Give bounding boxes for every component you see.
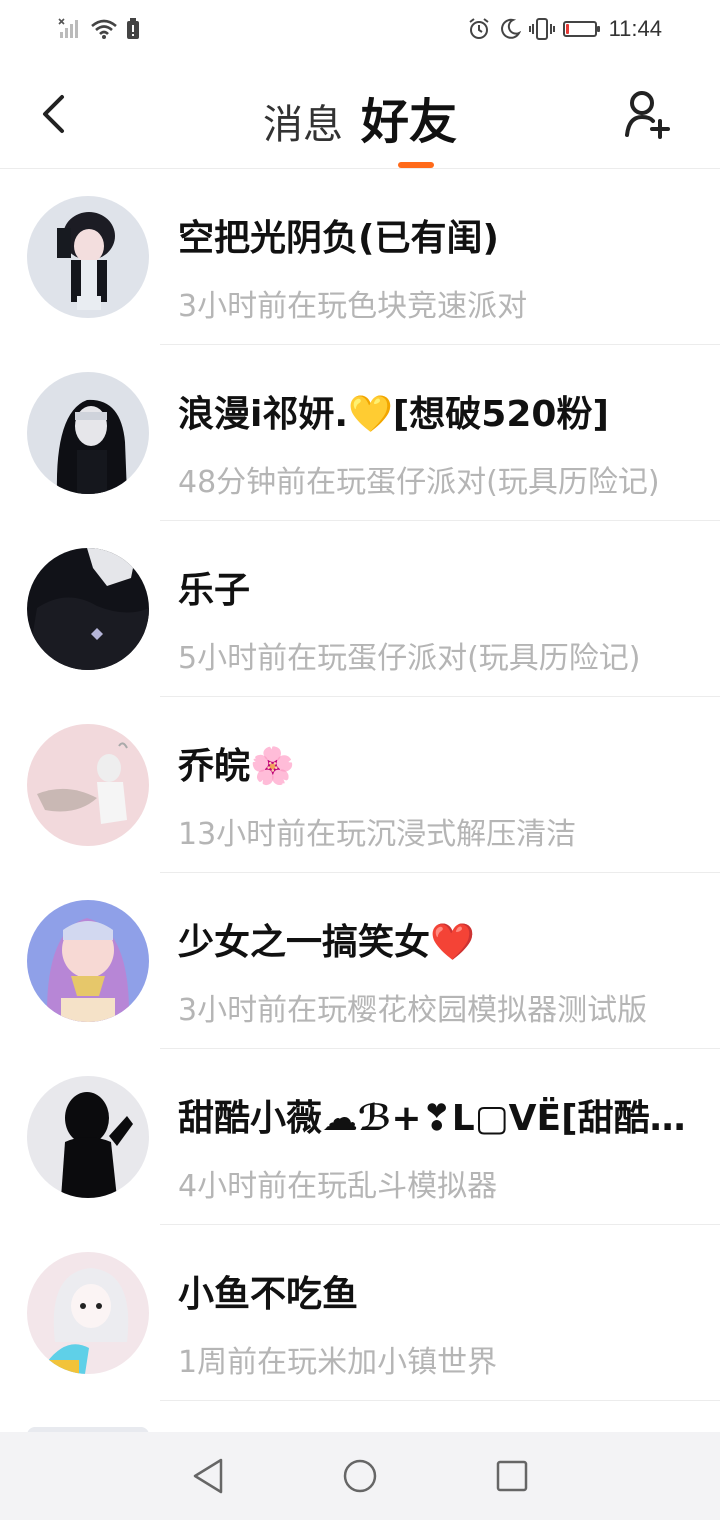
- nav-home-button[interactable]: [336, 1452, 384, 1500]
- recents-square-icon: [496, 1460, 528, 1492]
- status-bar: 11:44: [0, 0, 720, 62]
- status-icons-right: 11:44: [467, 16, 662, 42]
- nav-back-button[interactable]: [184, 1452, 232, 1500]
- friend-name: 乐子: [178, 570, 251, 611]
- header: 消息 好友: [0, 62, 720, 169]
- tab-messages[interactable]: 消息: [263, 92, 343, 150]
- no-signal-icon: [58, 18, 78, 38]
- friend-item[interactable]: 浪漫i祁妍.💛[想破520粉] 48分钟前在玩蛋仔派对(玩具历险记): [0, 345, 720, 521]
- avatar: [27, 548, 149, 670]
- battery-alert-icon: [127, 18, 139, 39]
- friend-name: 少女之一搞笑女❤️: [178, 922, 475, 963]
- friend-status: 13小时前在玩沉浸式解压清洁: [178, 817, 577, 852]
- vibrate-icon: [528, 18, 555, 40]
- friend-item[interactable]: 乔皖🌸 13小时前在玩沉浸式解压清洁: [0, 697, 720, 873]
- system-nav-bar: [0, 1432, 720, 1520]
- add-friend-button[interactable]: [620, 84, 676, 144]
- friend-item[interactable]: 空把光阴负(已有闺) 3小时前在玩色块竞速派对: [0, 169, 720, 345]
- friend-item[interactable]: 甜酷小薇☁ℬ+❣L▢VË[甜酷团] 4小时前在玩乱斗模拟器: [0, 1049, 720, 1225]
- tab-bar: 消息 好友: [0, 82, 720, 152]
- friend-name: 乔皖🌸: [178, 746, 295, 787]
- nav-recents-button[interactable]: [488, 1452, 536, 1500]
- home-circle-icon: [343, 1459, 377, 1493]
- friend-item[interactable]: 乐子 5小时前在玩蛋仔派对(玩具历险记): [0, 521, 720, 697]
- friend-name: 浪漫i祁妍.💛[想破520粉]: [178, 394, 609, 435]
- avatar: [27, 196, 149, 318]
- battery-level: [565, 24, 569, 34]
- moon-icon: [500, 18, 521, 39]
- friend-name: 空把光阴负(已有闺): [178, 218, 499, 259]
- avatar: [27, 1252, 149, 1374]
- clock: 11:44: [608, 16, 662, 41]
- avatar: [27, 372, 149, 494]
- friend-name: 甜酷小薇☁ℬ+❣L▢VË[甜酷团]: [178, 1098, 698, 1139]
- friend-name: 小鱼不吃鱼: [178, 1274, 359, 1315]
- tab-friends[interactable]: 好友: [361, 82, 457, 152]
- friend-status: 5小时前在玩蛋仔派对(玩具历险记): [178, 641, 641, 676]
- battery-low-icon: [562, 21, 600, 37]
- friend-status: 1周前在玩米加小镇世界: [178, 1345, 498, 1380]
- active-tab-indicator: [398, 162, 434, 168]
- avatar: [27, 900, 149, 1022]
- friend-status: 3小时前在玩色块竞速派对: [178, 289, 528, 324]
- friend-status: 3小时前在玩樱花校园模拟器测试版: [178, 993, 648, 1028]
- friend-item[interactable]: 少女之一搞笑女❤️ 3小时前在玩樱花校园模拟器测试版: [0, 873, 720, 1049]
- friend-status: 48分钟前在玩蛋仔派对(玩具历险记): [178, 465, 660, 500]
- avatar: [27, 1076, 149, 1198]
- alarm-icon: [468, 18, 489, 39]
- status-icons-left: [58, 18, 140, 40]
- friend-list: 空把光阴负(已有闺) 3小时前在玩色块竞速派对 浪漫i祁妍.💛[想破520粉] …: [0, 169, 720, 1401]
- wifi-icon: [91, 19, 117, 39]
- avatar: [27, 724, 149, 846]
- add-user-icon: [625, 91, 670, 139]
- friend-status: 4小时前在玩乱斗模拟器: [178, 1169, 498, 1204]
- back-triangle-icon: [193, 1458, 223, 1494]
- friend-item[interactable]: 小鱼不吃鱼 1周前在玩米加小镇世界: [0, 1225, 720, 1401]
- divider: [160, 1400, 720, 1401]
